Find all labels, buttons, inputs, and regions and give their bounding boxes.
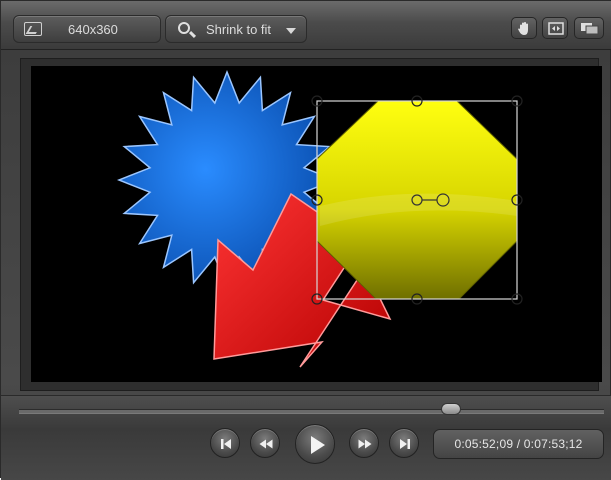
canvas-size-button[interactable]: 640x360	[13, 15, 161, 43]
fast-forward-button[interactable]	[349, 428, 379, 458]
canvas-size-label: 640x360	[68, 22, 118, 37]
play-button[interactable]	[295, 424, 335, 464]
yellow-octagon-shape[interactable]	[316, 100, 518, 300]
go-to-start-icon	[221, 439, 231, 449]
go-to-end-button[interactable]	[389, 428, 419, 458]
timeline-scrubber-thumb[interactable]	[441, 403, 461, 415]
fit-to-window-icon	[548, 22, 564, 35]
timecode-display: 0:05:52;09 / 0:07:53;12	[433, 429, 604, 459]
detach-preview-button[interactable]	[574, 17, 604, 39]
pan-tool-button[interactable]	[511, 17, 537, 39]
hand-pan-icon	[518, 22, 528, 35]
play-icon	[311, 436, 325, 454]
preview-player: 640x360 Shrink to fit 0:05:52;09 / 0:07:…	[0, 0, 611, 480]
rewind-button[interactable]	[250, 428, 280, 458]
fit-canvas-button[interactable]	[542, 17, 568, 39]
preview-toolbar: 640x360 Shrink to fit	[1, 1, 611, 50]
go-to-end-icon	[400, 439, 410, 449]
canvas-dimensions-icon	[24, 22, 42, 36]
rewind-icon	[259, 439, 273, 449]
zoom-icon	[178, 22, 190, 34]
zoom-label: Shrink to fit	[206, 22, 272, 37]
timeline-scrubber-track[interactable]	[19, 409, 604, 414]
chevron-down-icon	[286, 28, 296, 34]
preview-canvas[interactable]	[31, 66, 602, 382]
go-to-start-button[interactable]	[210, 428, 240, 458]
detach-window-icon	[581, 23, 599, 35]
canvas-artwork	[116, 69, 523, 368]
fast-forward-icon	[358, 439, 372, 449]
zoom-dropdown[interactable]: Shrink to fit	[165, 15, 307, 43]
